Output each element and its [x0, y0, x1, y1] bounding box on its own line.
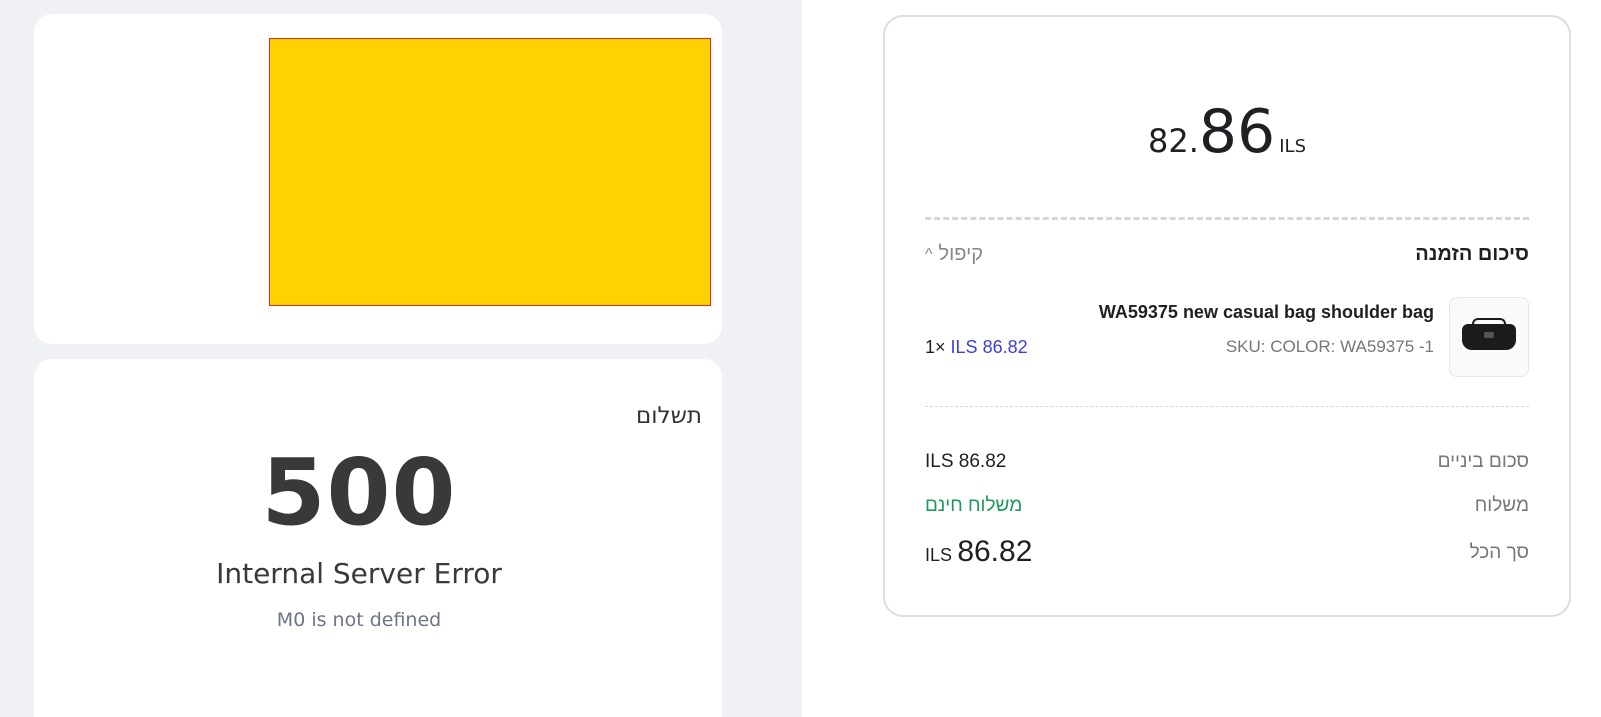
- hero-total-currency: ILS: [1279, 136, 1306, 157]
- error-code: 500: [261, 439, 457, 546]
- total-label: סך הכל: [1469, 542, 1529, 563]
- error-title: Internal Server Error: [216, 557, 502, 590]
- grand-total-value: 86.82: [957, 535, 1033, 568]
- grand-total-currency: ILS: [925, 545, 953, 565]
- bag-image: [1462, 318, 1516, 350]
- order-summary-title: סיכום הזמנה: [1415, 243, 1529, 265]
- shipping-label: משלוח: [1474, 495, 1529, 516]
- subtotal-value: ILS 86.82: [925, 451, 1007, 472]
- order-summary-card: 82.86 ILS סיכום הזמנה קיפול ^ WA59375 new…: [883, 15, 1571, 617]
- subtotal-label: סכום ביניים: [1437, 451, 1529, 472]
- divider: [925, 217, 1529, 220]
- product-name: WA59375 new casual bag shoulder bag: [1098, 302, 1434, 322]
- chevron-up-icon: ^: [925, 245, 933, 263]
- error-message: M0 is not defined: [276, 609, 442, 631]
- shipping-value: משלוח חינם: [925, 495, 1023, 516]
- payment-widget-placeholder: [269, 38, 711, 306]
- left-pane: תשלום 500 Internal Server Error M0 is no…: [0, 0, 802, 717]
- product-sku: SKU: COLOR: WA59375 -1: [1225, 337, 1434, 356]
- payment-card: תשלום 500 Internal Server Error M0 is no…: [34, 359, 722, 717]
- product-amount: ILS 86.82: [950, 337, 1028, 357]
- divider: [925, 406, 1529, 407]
- collapse-label: קיפול: [938, 243, 984, 265]
- product-thumbnail: [1449, 297, 1529, 377]
- product-quantity: 1×: [925, 337, 946, 357]
- collapse-toggle[interactable]: קיפול ^: [925, 243, 983, 266]
- grand-total: ILS 86.82: [925, 535, 1032, 569]
- hero-total-integer: 86: [1198, 97, 1276, 167]
- hero-total: 82.86 ILS: [885, 97, 1569, 167]
- hero-total-decimal: 82.: [1147, 122, 1199, 160]
- payment-title: תשלום: [635, 403, 702, 429]
- product-price: 1× ILS 86.82: [925, 337, 1028, 358]
- payment-widget-card: [34, 14, 722, 344]
